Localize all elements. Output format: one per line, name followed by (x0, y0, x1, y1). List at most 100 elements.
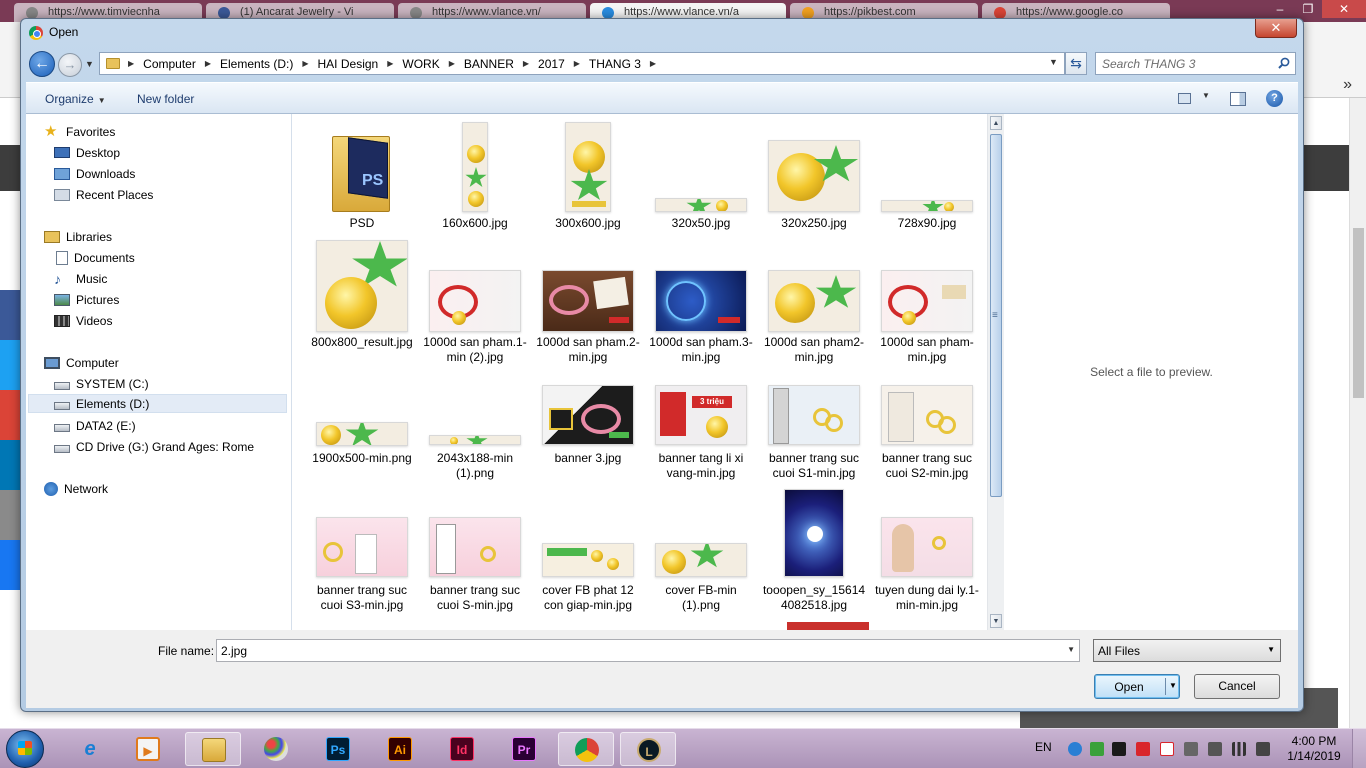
file-item[interactable]: 320x250.jpg (762, 114, 866, 232)
cancel-button[interactable]: Cancel (1194, 674, 1280, 699)
file-item[interactable]: banner trang suc cuoi S2-min.jpg (875, 367, 979, 499)
nav-network[interactable]: Network (44, 479, 108, 498)
breadcrumb-item[interactable]: Elements (D:) (220, 57, 293, 71)
nav-drive-g[interactable]: CD Drive (G:) Grand Ages: Rome (54, 437, 254, 456)
file-item[interactable]: 320x50.jpg (649, 114, 753, 232)
breadcrumb-item[interactable]: HAI Design (318, 57, 379, 71)
file-item[interactable]: cover FB-min (1).png (649, 499, 753, 630)
breadcrumb-chevron-icon[interactable]: ▶ (302, 59, 308, 68)
file-item[interactable]: 300x600.jpg (536, 114, 640, 232)
file-item[interactable]: 1000d san pham2-min.jpg (762, 232, 866, 367)
navigation-pane[interactable]: ★ Favorites Desktop Downloads Recent Plac… (26, 114, 292, 630)
file-name-combobox[interactable]: ▼ (216, 639, 1080, 662)
file-item[interactable]: banner trang suc cuoi S3-min.jpg (310, 499, 414, 630)
nav-recent-places[interactable]: Recent Places (54, 185, 153, 204)
minimize-icon[interactable]: – (1266, 0, 1294, 18)
browser-scroll-thumb[interactable] (1353, 228, 1364, 398)
file-name-input[interactable] (217, 640, 1057, 661)
file-item[interactable]: 1900x500-min.png (310, 367, 414, 499)
taskbar-app[interactable]: Ai (372, 732, 428, 766)
breadcrumb-chevron-icon[interactable]: ▶ (523, 59, 529, 68)
messenger-share-icon[interactable] (0, 540, 22, 590)
file-item[interactable]: 800x800_result.jpg (310, 232, 414, 367)
nav-documents[interactable]: Documents (54, 248, 135, 267)
file-item[interactable]: 2043x188-min (1).png (423, 367, 527, 499)
breadcrumb-chevron-icon[interactable]: ▶ (387, 59, 393, 68)
scroll-thumb[interactable] (990, 134, 1002, 497)
taskbar-app[interactable] (558, 732, 614, 766)
recent-locations-chevron-icon[interactable]: ▼ (85, 59, 94, 69)
file-item[interactable]: 1000d san pham.1-min (2).jpg (423, 232, 527, 367)
nav-libraries[interactable]: Libraries (44, 227, 112, 246)
network-signal-icon[interactable] (1232, 742, 1246, 756)
extensions-overflow-icon[interactable]: » (1343, 76, 1352, 94)
address-dropdown-icon[interactable]: ▼ (1049, 57, 1058, 67)
taskbar-app[interactable]: ▶ (120, 732, 176, 766)
nav-downloads[interactable]: Downloads (54, 164, 135, 183)
taskbar-app[interactable] (185, 732, 241, 766)
twitter-share-icon[interactable] (0, 340, 22, 390)
breadcrumb-chevron-icon[interactable]: ▶ (128, 59, 134, 68)
taskbar-app[interactable]: L (620, 732, 676, 766)
nav-pictures[interactable]: Pictures (54, 290, 119, 309)
browser-scrollbar[interactable] (1349, 98, 1366, 728)
zalo-icon[interactable] (1068, 742, 1082, 756)
close-icon[interactable]: ✕ (1322, 0, 1366, 18)
chevron-down-icon[interactable]: ▼ (1067, 645, 1075, 654)
nav-desktop[interactable]: Desktop (54, 143, 120, 162)
breadcrumb-chevron-icon[interactable]: ▶ (449, 59, 455, 68)
breadcrumb-item[interactable]: 2017 (538, 57, 565, 71)
taskbar-app[interactable]: Pr (496, 732, 552, 766)
file-item[interactable]: banner trang suc cuoi S-min.jpg (423, 499, 527, 630)
file-item[interactable]: 1000d san pham.3-min.jpg (649, 232, 753, 367)
breadcrumb-item[interactable]: BANNER (464, 57, 514, 71)
email-share-icon[interactable] (0, 490, 22, 540)
breadcrumb-item[interactable]: Computer (143, 57, 196, 71)
file-type-filter[interactable]: All Files ▼ (1093, 639, 1281, 662)
clock[interactable]: 4:00 PM 1/14/2019 (1282, 734, 1346, 764)
unikey-icon[interactable] (1160, 742, 1174, 756)
taskbar-app[interactable] (248, 732, 304, 766)
flag-icon[interactable] (1208, 742, 1222, 756)
nav-drive-c[interactable]: SYSTEM (C:) (54, 374, 149, 393)
file-item[interactable]: banner 3.jpg (536, 367, 640, 499)
file-item[interactable]: 1000d san pham-min.jpg (875, 232, 979, 367)
refresh-button[interactable]: ⇆ (1065, 52, 1087, 75)
language-indicator[interactable]: EN (1035, 740, 1052, 754)
change-view-button[interactable]: ▼ (1178, 91, 1216, 107)
antivirus-icon[interactable] (1136, 742, 1150, 756)
shield-icon[interactable] (1090, 742, 1104, 756)
file-list-scrollbar[interactable]: ▲ ▼ (987, 114, 1004, 630)
scroll-up-icon[interactable]: ▲ (990, 116, 1002, 130)
file-item[interactable]: 1000d san pham.2-min.jpg (536, 232, 640, 367)
game-client-icon[interactable] (1112, 742, 1126, 756)
file-item[interactable]: 728x90.jpg (875, 114, 979, 232)
scroll-down-icon[interactable]: ▼ (990, 614, 1002, 628)
volume-icon[interactable] (1256, 742, 1270, 756)
taskbar-app[interactable]: Id (434, 732, 490, 766)
forward-button[interactable]: → (58, 53, 82, 77)
search-box[interactable] (1095, 52, 1296, 75)
nav-favorites[interactable]: ★ Favorites (44, 122, 115, 141)
preview-pane-icon[interactable] (1230, 92, 1246, 106)
breadcrumb-item[interactable]: WORK (402, 57, 439, 71)
linkedin-share-icon[interactable] (0, 440, 22, 490)
search-input[interactable] (1096, 53, 1274, 74)
breadcrumb-chevron-icon[interactable]: ▶ (574, 59, 580, 68)
nav-music[interactable]: ♪ Music (54, 269, 107, 288)
file-list[interactable]: PS PSD 160x600.jpg 300x600.jpg 320x50.jp… (293, 114, 987, 630)
close-button[interactable]: ✕ (1255, 19, 1297, 38)
file-item[interactable]: banner trang suc cuoi S1-min.jpg (762, 367, 866, 499)
file-item[interactable]: tooopen_sy_156144082518.jpg (762, 489, 866, 630)
start-button[interactable] (6, 730, 44, 768)
nav-drive-d[interactable]: Elements (D:) (28, 394, 287, 413)
open-button[interactable]: Open ▼ (1094, 674, 1180, 699)
show-desktop-button[interactable] (1352, 729, 1366, 768)
taskbar-app[interactable]: e (62, 732, 118, 766)
address-bar[interactable]: ▶ Computer ▶ Elements (D:) ▶ HAI Design … (99, 52, 1065, 75)
back-button[interactable]: ← (29, 51, 55, 77)
help-icon[interactable]: ? (1266, 90, 1283, 107)
file-item[interactable]: 3 triệu banner tang li xi vang-min.jpg (649, 367, 753, 499)
nav-computer[interactable]: Computer (44, 353, 119, 372)
dialog-title-bar[interactable]: Open ✕ (21, 19, 1303, 47)
